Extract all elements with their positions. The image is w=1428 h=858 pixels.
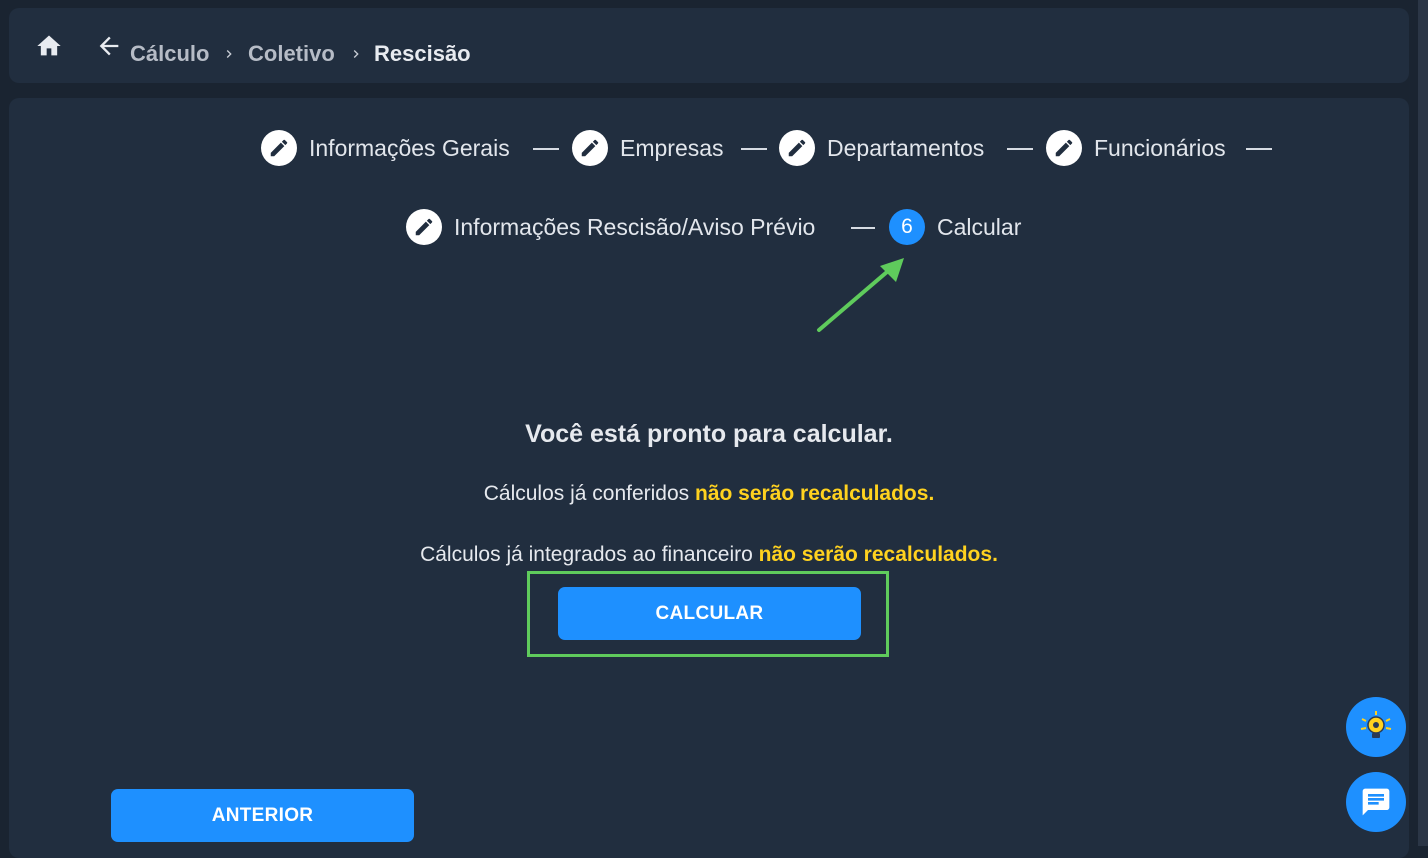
warning-text: não serão recalculados. — [758, 543, 998, 566]
breadcrumb-rescisao: Rescisão — [374, 41, 471, 66]
step-number-badge: 6 — [889, 209, 925, 245]
pencil-icon — [572, 130, 608, 166]
chevron-right-icon — [226, 50, 232, 58]
ready-heading: Você está pronto para calcular. — [525, 420, 893, 448]
conferidos-message: Cálculos já conferidos não serão recalcu… — [0, 482, 1418, 506]
back-arrow-icon[interactable] — [95, 32, 123, 60]
message-text: Cálculos já conferidos — [483, 482, 690, 505]
lightbulb-icon — [1360, 711, 1392, 738]
pencil-icon — [1046, 130, 1082, 166]
breadcrumb-calculo[interactable]: Cálculo — [130, 41, 209, 67]
step-connector — [1007, 148, 1033, 150]
integrados-message: Cálculos já integrados ao financeiro não… — [0, 543, 1418, 567]
breadcrumb-coletivo[interactable]: Coletivo — [248, 41, 335, 67]
step-funcionarios[interactable]: Funcionários — [1046, 130, 1226, 166]
top-bar: Cálculo Coletivo Rescisão — [9, 8, 1409, 83]
chevron-right-icon — [353, 50, 359, 58]
step-label: Informações Rescisão/Aviso Prévio — [454, 213, 816, 240]
step-connector — [741, 148, 767, 150]
step-label: Funcionários — [1094, 134, 1226, 161]
annotation-arrow — [817, 258, 904, 332]
chat-icon — [1362, 788, 1390, 816]
step-departamentos[interactable]: Departamentos — [779, 130, 984, 166]
step-connector — [533, 148, 559, 150]
step-informacoes-gerais[interactable]: Informações Gerais — [261, 130, 510, 166]
step-label: Informações Gerais — [309, 134, 510, 161]
step-empresas[interactable]: Empresas — [572, 130, 724, 166]
step-label: Calcular — [937, 213, 1022, 240]
pencil-icon — [261, 130, 297, 166]
page-scrollbar[interactable] — [1418, 0, 1428, 846]
step-connector — [851, 227, 875, 229]
lightbulb-button[interactable] — [1346, 697, 1406, 757]
calculate-button[interactable]: CALCULAR — [558, 587, 861, 640]
chat-button[interactable] — [1346, 772, 1406, 832]
message-text: Cálculos já integrados ao financeiro — [420, 543, 753, 566]
step-label: Departamentos — [827, 134, 985, 161]
step-label: Empresas — [620, 134, 724, 161]
pencil-icon — [406, 209, 442, 245]
step-informacoes-rescisao[interactable]: Informações Rescisão/Aviso Prévio — [406, 209, 815, 245]
step-calcular[interactable]: 6 Calcular — [889, 209, 1021, 245]
pencil-icon — [779, 130, 815, 166]
home-icon[interactable] — [33, 32, 65, 60]
warning-text: não serão recalculados. — [695, 482, 935, 505]
step-connector — [1246, 148, 1272, 150]
previous-button[interactable]: ANTERIOR — [111, 789, 414, 842]
